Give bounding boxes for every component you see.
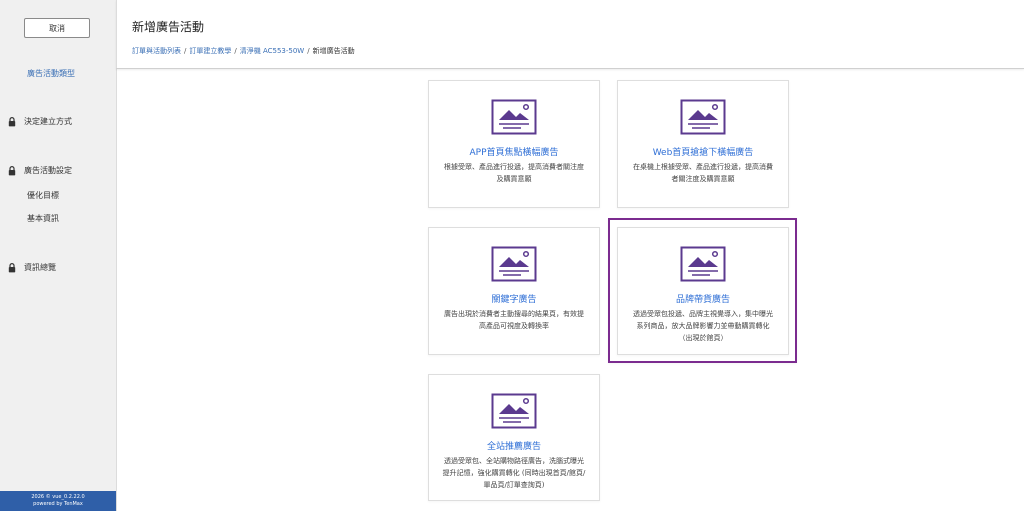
breadcrumb-order-list[interactable]: 訂單與活動列表: [132, 47, 181, 55]
nav-section-label: 資訊總覽: [24, 263, 56, 272]
breadcrumb-separator: /: [307, 47, 310, 55]
cancel-button[interactable]: 取消: [24, 18, 90, 38]
sidebar-footer: 2026 © vue_0.2.22.0 powered by TenMax: [0, 491, 116, 511]
nav-section-campaign-settings[interactable]: 廣告活動設定: [8, 165, 72, 176]
breadcrumb-product[interactable]: 清淨機 AC553-50W: [240, 47, 305, 55]
card-description: 透過受眾包、全站購物路徑廣告，洗腦式曝光提升記憶，強化購買轉化 (同時出現首頁/…: [442, 457, 586, 489]
card-title: 品牌帶貨廣告: [675, 295, 730, 305]
breadcrumb-separator: /: [184, 47, 187, 55]
breadcrumb-order-tutorial[interactable]: 訂單建立教學: [189, 47, 231, 55]
ad-type-card-keyword[interactable]: 關鍵字廣告 廣告出現於消費者主動搜尋的結果頁，有效提高產品可視度及轉換率: [428, 227, 600, 355]
image-banner-icon: [491, 393, 537, 429]
ad-type-card-brand-commerce[interactable]: 品牌帶貨廣告 透過受眾包投遞、品牌主視覺導入，集中曝光系列商品，放大品牌影響力並…: [617, 227, 789, 355]
lock-icon: [8, 262, 16, 272]
nav-section-overview[interactable]: 資訊總覽: [8, 262, 56, 273]
footer-powered-by: powered by TenMax: [33, 501, 83, 507]
footer-version: 2026 © vue_0.2.22.0: [31, 494, 85, 500]
card-title: 全站推薦廣告: [486, 442, 541, 452]
ad-type-card-app-banner[interactable]: APP首頁焦點橫幅廣告 根據受眾、產品進行投遞，提高消費者關注度及購買意願: [428, 80, 600, 208]
card-title: APP首頁焦點橫幅廣告: [469, 148, 559, 158]
page-header: 新增廣告活動 訂單與活動列表 / 訂單建立教學 / 清淨機 AC553-50W / 新增廣告…: [116, 0, 1024, 69]
sidebar: 取消 廣告活動類型 決定建立方式 廣告活動設定 優化目標 基本資訊 資訊總覽 2…: [0, 0, 117, 511]
image-banner-icon: [680, 246, 726, 282]
card-title: 關鍵字廣告: [491, 295, 537, 305]
card-description: 廣告出現於消費者主動搜尋的結果頁，有效提高產品可視度及轉換率: [444, 310, 584, 330]
card-description: 在桌機上根據受眾、產品進行投遞，提高消費者關注度及購買意願: [633, 163, 773, 183]
nav-section-label: 決定建立方式: [24, 117, 72, 126]
nav-item-optimization-goal[interactable]: 優化目標: [27, 190, 59, 201]
nav-item-basic-info[interactable]: 基本資訊: [27, 213, 59, 224]
image-banner-icon: [491, 99, 537, 135]
nav-item-ad-campaign-type[interactable]: 廣告活動類型: [27, 68, 75, 79]
lock-icon: [8, 165, 16, 175]
breadcrumb: 訂單與活動列表 / 訂單建立教學 / 清淨機 AC553-50W / 新增廣告活動: [132, 46, 355, 56]
ad-type-card-web-banner[interactable]: Web首頁搶搶下橫幅廣告 在桌機上根據受眾、產品進行投遞，提高消費者關注度及購買…: [617, 80, 789, 208]
card-title: Web首頁搶搶下橫幅廣告: [652, 148, 754, 158]
breadcrumb-separator: /: [234, 47, 237, 55]
nav-section-creation-method[interactable]: 決定建立方式: [8, 116, 72, 127]
image-banner-icon: [491, 246, 537, 282]
page-title: 新增廣告活動: [132, 20, 205, 34]
ad-type-card-sitewide[interactable]: 全站推薦廣告 透過受眾包、全站購物路徑廣告，洗腦式曝光提升記憶，強化購買轉化 (…: [428, 374, 600, 501]
image-banner-icon: [680, 99, 726, 135]
card-description: 透過受眾包投遞、品牌主視覺導入，集中曝光系列商品，放大品牌影響力並帶動購買轉化（…: [633, 310, 773, 342]
card-description: 根據受眾、產品進行投遞，提高消費者關注度及購買意願: [444, 163, 584, 183]
breadcrumb-current: 新增廣告活動: [312, 47, 355, 55]
lock-icon: [8, 116, 16, 126]
nav-section-label: 廣告活動設定: [24, 166, 72, 175]
